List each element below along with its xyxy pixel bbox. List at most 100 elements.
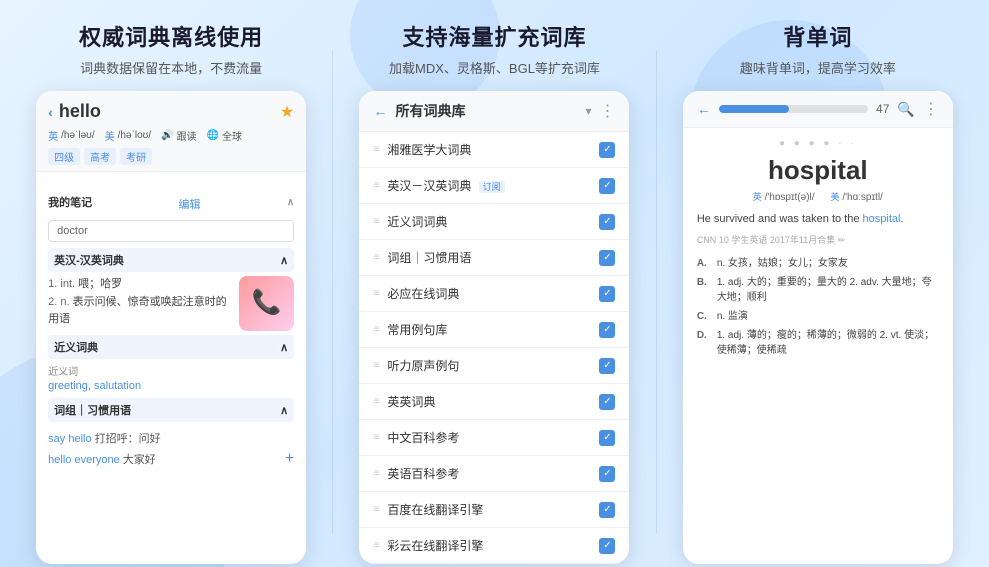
phone-2: ← 所有词典库 ▾ ⋮ ≡ 湘雅医学大词典 ✓ ≡ 英汉－汉英词典 (359, 91, 629, 564)
search-word: hello (59, 101, 101, 122)
panel-dictionary: 权威词典离线使用 词典数据保留在本地，不费流量 ‹ hello ★ 英 /həˈ… (30, 20, 312, 564)
panel-3-subtitle: 趣味背单词，提高学习效率 (740, 58, 896, 77)
drag-handle-icon: ≡ (373, 180, 379, 191)
phrase-row-1: say hello 打招呼：问好 (48, 428, 294, 448)
lib-item-name: 英汉－汉英词典 订阅 (387, 177, 591, 194)
phrase-add-button[interactable]: + (285, 450, 294, 468)
drag-handle-icon: ≡ (373, 288, 379, 299)
flash-pho-us: 美 /'hɑːspɪtl/ (831, 190, 883, 203)
panel-flashcard: 背单词 趣味背单词，提高学习效率 ← 47 🔍 ⋮ ● ● ● ● · · (677, 20, 959, 564)
speaker-icon: 🔊 (161, 130, 173, 141)
phrase-row-2: hello everyone 大家好 + (48, 448, 294, 470)
syn-links[interactable]: greeting, salutation (48, 380, 294, 392)
lib-item-name: 常用例句库 (387, 321, 591, 338)
panel-1-subtitle: 词典数据保留在本地，不费流量 (80, 58, 262, 77)
flash-back-icon[interactable]: ← (697, 101, 711, 117)
phone-3: ← 47 🔍 ⋮ ● ● ● ● · · hospital 英 /'hɒspɪt… (683, 91, 953, 564)
phrase-dict-name: 词组｜习惯用语 (54, 402, 131, 418)
drag-handle-icon: ≡ (373, 324, 379, 335)
lib-checkbox[interactable]: ✓ (599, 394, 615, 410)
lib-back-icon[interactable]: ← (373, 103, 387, 119)
lib-checkbox[interactable]: ✓ (599, 502, 615, 518)
flash-option-a[interactable]: A. n. 女孩，姑娘；女儿；女家友 (697, 256, 939, 271)
drag-handle-icon: ≡ (373, 252, 379, 263)
divider-1 (332, 50, 333, 534)
notes-edit-button[interactable]: 编辑 (178, 196, 200, 212)
notes-label: 我的笔记 (48, 194, 92, 210)
flash-option-c[interactable]: C. n. 监演 (697, 309, 939, 324)
flash-search-icon[interactable]: 🔍 (897, 101, 914, 118)
syn-label: 近义词 (48, 363, 294, 378)
option-a-text: n. 女孩，姑娘；女儿；女家友 (717, 256, 848, 271)
list-item: ≡ 中文百科参考 ✓ (359, 420, 629, 456)
flash-sentence: He survived and was taken to the hospita… (697, 211, 939, 229)
phrase-en-1[interactable]: say hello (48, 433, 91, 445)
phonetic-us: 美 /həˈloʊ/ (105, 128, 151, 143)
phrase-en-2[interactable]: hello everyone (48, 454, 120, 466)
background-wrapper: 权威词典离线使用 词典数据保留在本地，不费流量 ‹ hello ★ 英 /həˈ… (0, 0, 989, 567)
lib-more-icon[interactable]: ⋮ (599, 101, 615, 121)
lib-item-name: 英英词典 (387, 393, 591, 410)
lib-checkbox[interactable]: ✓ (599, 250, 615, 266)
lib-item-name: 湘雅医学大词典 (387, 141, 591, 158)
flag-us: 美 (105, 128, 115, 143)
flash-option-d[interactable]: D. 1. adj. 薄的；瘦的；稀薄的；微弱的 2. vt. 使淡；使稀薄；使… (697, 328, 939, 358)
option-b-text: 1. adj. 大的；重要的；量大的 2. adv. 大量地；夸大地；顺利 (717, 275, 939, 305)
star-icon[interactable]: ★ (280, 102, 294, 122)
drag-handle-icon: ≡ (373, 540, 379, 551)
lib-chevron-icon[interactable]: ▾ (585, 104, 591, 118)
dict-nav: ‹ hello ★ (48, 101, 294, 122)
lib-item-name: 听力原声例句 (387, 357, 591, 374)
tags-row: 四级 高考 考研 (48, 148, 294, 165)
flash-options: A. n. 女孩，姑娘；女儿；女家友 B. 1. adj. 大的；重要的；量大的… (697, 256, 939, 358)
list-item: ≡ 百度在线翻译引擎 ✓ (359, 492, 629, 528)
panel-2-subtitle: 加载MDX、灵格斯、BGL等扩充词库 (389, 58, 600, 77)
option-b-label: B. (697, 275, 711, 290)
flash-phonetics: 英 /'hɒspɪt(ə)l/ 美 /'hɑːspɪtl/ (697, 190, 939, 203)
option-c-text: n. 监演 (717, 309, 748, 324)
drag-handle-icon: ≡ (373, 360, 379, 371)
globe-icon: 🌐 (207, 130, 219, 141)
flash-progress-fill (719, 105, 789, 113)
lib-checkbox[interactable]: ✓ (599, 286, 615, 302)
lib-checkbox[interactable]: ✓ (599, 214, 615, 230)
lib-checkbox[interactable]: ✓ (599, 430, 615, 446)
lib-checkbox[interactable]: ✓ (599, 178, 615, 194)
flash-source: CNN 10 学生英语 2017年11月合集 ✏ (697, 233, 939, 246)
dict-illustration: 📞 (239, 276, 294, 331)
drag-handle-icon: ≡ (373, 216, 379, 227)
phrase-content-1: say hello 打招呼：问好 (48, 430, 160, 446)
flash-more-icon[interactable]: ⋮ (923, 99, 939, 119)
dict-name: 英汉-汉英词典 (54, 252, 124, 268)
list-item: ≡ 湘雅医学大词典 ✓ (359, 132, 629, 168)
phrase-cn-2: 大家好 (123, 454, 156, 466)
global[interactable]: 🌐 全球 (207, 128, 242, 143)
lib-header: ← 所有词典库 ▾ ⋮ (359, 91, 629, 132)
option-a-label: A. (697, 256, 711, 271)
flash-header: ← 47 🔍 ⋮ (683, 91, 953, 128)
dict-section-header: 英汉-汉英词典 ∧ (48, 248, 294, 272)
back-arrow-icon[interactable]: ‹ (48, 104, 53, 120)
phrase-section: say hello 打招呼：问好 hello everyone 大家好 + (48, 428, 294, 470)
lib-item-name: 词组｜习惯用语 (387, 249, 591, 266)
flash-progress-num: 47 (876, 102, 889, 116)
lib-checkbox[interactable]: ✓ (599, 466, 615, 482)
flash-option-b[interactable]: B. 1. adj. 大的；重要的；量大的 2. adv. 大量地；夸大地；顺利 (697, 275, 939, 305)
list-item: ≡ 英汉－汉英词典 订阅 ✓ (359, 168, 629, 204)
lib-checkbox[interactable]: ✓ (599, 538, 615, 554)
gen-read[interactable]: 🔊 跟读 (161, 128, 196, 143)
lib-checkbox[interactable]: ✓ (599, 358, 615, 374)
drag-handle-icon: ≡ (373, 504, 379, 515)
dict-body: 我的笔记 编辑 ∧ doctor 英汉-汉英词典 ∧ 📞 1. (36, 172, 306, 564)
phrase-content-2: hello everyone 大家好 (48, 451, 156, 467)
syn-dict-name: 近义词典 (54, 339, 98, 355)
option-d-label: D. (697, 328, 711, 343)
list-item: ≡ 英英词典 ✓ (359, 384, 629, 420)
syn-chevron-icon: ∧ (280, 341, 288, 354)
phrase-cn-1: 打招呼：问好 (95, 433, 161, 445)
dict-chevron-icon: ∧ (280, 254, 288, 267)
lib-checkbox[interactable]: ✓ (599, 322, 615, 338)
lib-checkbox[interactable]: ✓ (599, 142, 615, 158)
note-input[interactable]: doctor (48, 220, 294, 242)
flash-progress-bar (719, 105, 868, 113)
